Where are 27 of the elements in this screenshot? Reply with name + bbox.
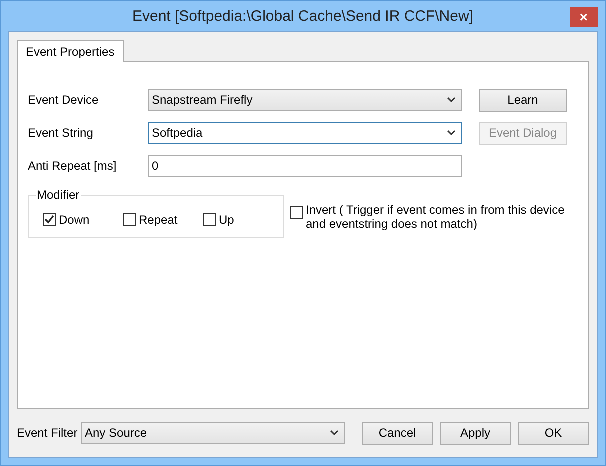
dropdown-icon: [447, 130, 456, 136]
filter-dropdown[interactable]: Any Source: [81, 422, 345, 444]
checkbox-label: Invert ( Trigger if event comes in from this device and eventstring does not match): [306, 203, 566, 231]
checkbox[interactable]: [123, 213, 136, 226]
side-button[interactable]: Learn: [479, 88, 567, 112]
input-field[interactable]: Softpedia: [148, 122, 462, 144]
dialog-button[interactable]: OK: [518, 422, 589, 444]
group-title: Modifier: [36, 188, 81, 202]
field-label: Anti Repeat [ms]: [28, 159, 118, 173]
checkbox[interactable]: [43, 213, 56, 226]
dialog-button[interactable]: Cancel: [362, 422, 433, 444]
tab[interactable]: Event Properties: [17, 40, 124, 62]
checkbox-label: Repeat: [139, 212, 178, 226]
field-label: Event Filter: [17, 426, 79, 440]
checkbox-label: Up: [219, 212, 234, 226]
field-label: Event String: [28, 126, 94, 140]
window-title: Event [Softpedia:\Global Cache\Send IR CCF\New]: [132, 8, 474, 24]
checkbox[interactable]: [290, 206, 303, 219]
close-button[interactable]: ×: [570, 7, 598, 27]
input-field[interactable]: 0: [148, 155, 462, 177]
field-label: Event Device: [28, 93, 100, 107]
dropdown-icon: [447, 97, 456, 103]
input-field[interactable]: Snapstream Firefly: [148, 89, 462, 111]
dropdown-icon: [330, 430, 339, 436]
checkbox[interactable]: [203, 213, 216, 226]
dialog-button[interactable]: Apply: [440, 422, 511, 444]
checkbox-label: Down: [59, 212, 90, 226]
